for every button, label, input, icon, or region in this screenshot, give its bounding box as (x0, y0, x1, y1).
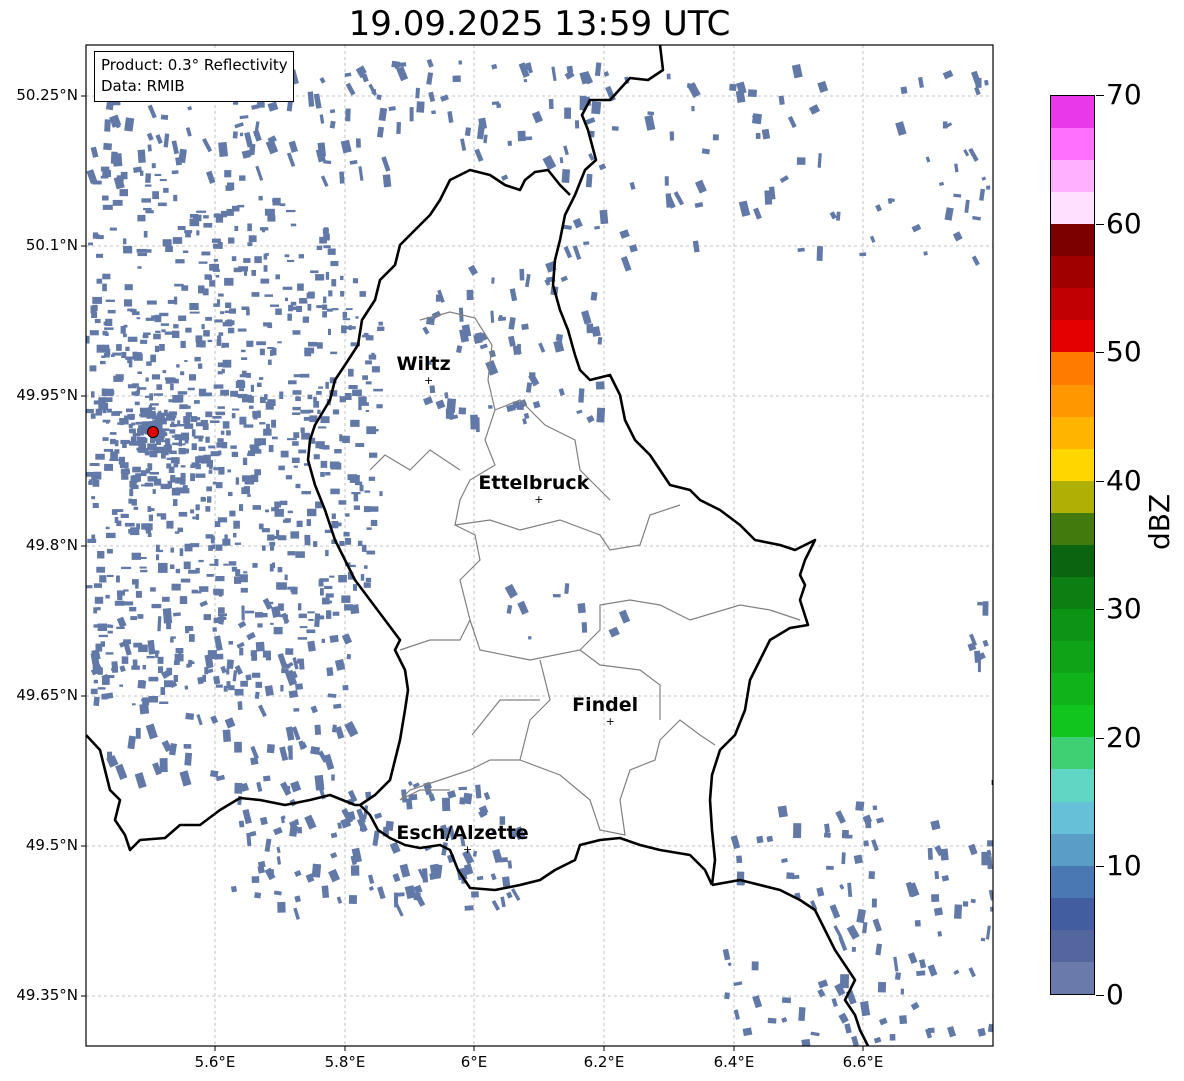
lat-label-49.8: 49.8°N (25, 536, 78, 554)
colorbar-tick (1096, 223, 1104, 225)
product-info-box: Product: 0.3° Reflectivity Data: RMIB (94, 51, 294, 102)
colorbar-segment (1051, 224, 1094, 257)
colorbar-segment (1051, 384, 1094, 417)
colorbar-tick (1096, 995, 1104, 996)
lon-label-6.4: 6.4°E (713, 1053, 755, 1071)
colorbar-segment (1051, 159, 1094, 193)
colorbar-tick (1096, 352, 1104, 354)
city-label: Findel (572, 694, 638, 716)
colorbar (1050, 95, 1095, 995)
colorbar-tick-label: 70 (1106, 78, 1142, 111)
colorbar-segment (1051, 448, 1094, 481)
colorbar-tick-label: 50 (1106, 335, 1142, 369)
colorbar-segment (1051, 609, 1094, 642)
city-label: Esch/Alzette (396, 822, 528, 844)
colorbar-tick (1096, 866, 1104, 868)
data-source-label: Data: RMIB (101, 77, 185, 95)
radar-map: +Wiltz+Ettelbruck+Findel+Esch/Alzette (81, 44, 994, 1051)
colorbar-unit-label: dBZ (1143, 493, 1176, 550)
colorbar-segment (1051, 833, 1094, 866)
colorbar-segment (1051, 673, 1094, 706)
colorbar-segment (1051, 641, 1094, 674)
colorbar-segment (1051, 737, 1094, 770)
city-marker-icon: + (606, 715, 615, 728)
lon-label-5.8: 5.8°E (324, 1053, 366, 1071)
product-label: Product: 0.3° Reflectivity (101, 56, 288, 74)
lon-label-6.2: 6.2°E (583, 1053, 625, 1071)
colorbar-segment (1051, 480, 1094, 513)
colorbar-tick (1096, 480, 1104, 482)
radar-site-marker (146, 426, 159, 438)
colorbar-tick-label: 30 (1106, 592, 1142, 626)
colorbar-segment (1051, 897, 1094, 930)
lon-label-6.0: 6°E (460, 1053, 488, 1071)
lat-label-49.65: 49.65°N (16, 686, 78, 704)
city-marker-icon: + (424, 374, 433, 387)
city-label: Wiltz (397, 353, 451, 375)
colorbar-tick-label: 20 (1106, 720, 1142, 754)
colorbar-segment (1051, 320, 1094, 353)
colorbar-tick (1096, 609, 1104, 611)
colorbar-segment (1051, 192, 1094, 225)
lat-label-50.1: 50.1°N (25, 236, 78, 254)
colorbar-segment (1051, 512, 1094, 545)
city-label: Ettelbruck (478, 472, 589, 494)
colorbar-tick-label: 60 (1106, 206, 1142, 240)
colorbar-segment (1051, 127, 1094, 160)
colorbar-segment (1051, 961, 1094, 994)
colorbar-segment (1051, 256, 1094, 289)
colorbar-tick (1096, 95, 1104, 96)
colorbar-segment (1051, 95, 1094, 128)
lat-label-49.95: 49.95°N (16, 386, 78, 404)
colorbar-tick-label: 0 (1106, 978, 1124, 1011)
lat-label-49.5: 49.5°N (25, 836, 78, 854)
colorbar-tick (1096, 737, 1104, 739)
colorbar-tick-label: 40 (1106, 463, 1142, 497)
lon-label-5.6: 5.6°E (194, 1053, 236, 1071)
colorbar-segment (1051, 865, 1094, 898)
colorbar-segment (1051, 576, 1094, 610)
lat-label-50.25: 50.25°N (16, 86, 78, 104)
colorbar-segment (1051, 352, 1094, 385)
colorbar-segment (1051, 416, 1094, 449)
lat-label-49.35: 49.35°N (16, 986, 78, 1004)
city-marker-icon: + (463, 843, 472, 856)
colorbar-segment (1051, 929, 1094, 962)
colorbar-segment (1051, 544, 1094, 577)
colorbar-tick-label: 10 (1106, 849, 1142, 883)
colorbar-segment (1051, 288, 1094, 321)
colorbar-segment (1051, 705, 1094, 738)
colorbar-segment (1051, 769, 1094, 802)
city-marker-icon: + (534, 493, 543, 506)
colorbar-segment (1051, 801, 1094, 834)
lon-label-6.6: 6.6°E (842, 1053, 884, 1071)
